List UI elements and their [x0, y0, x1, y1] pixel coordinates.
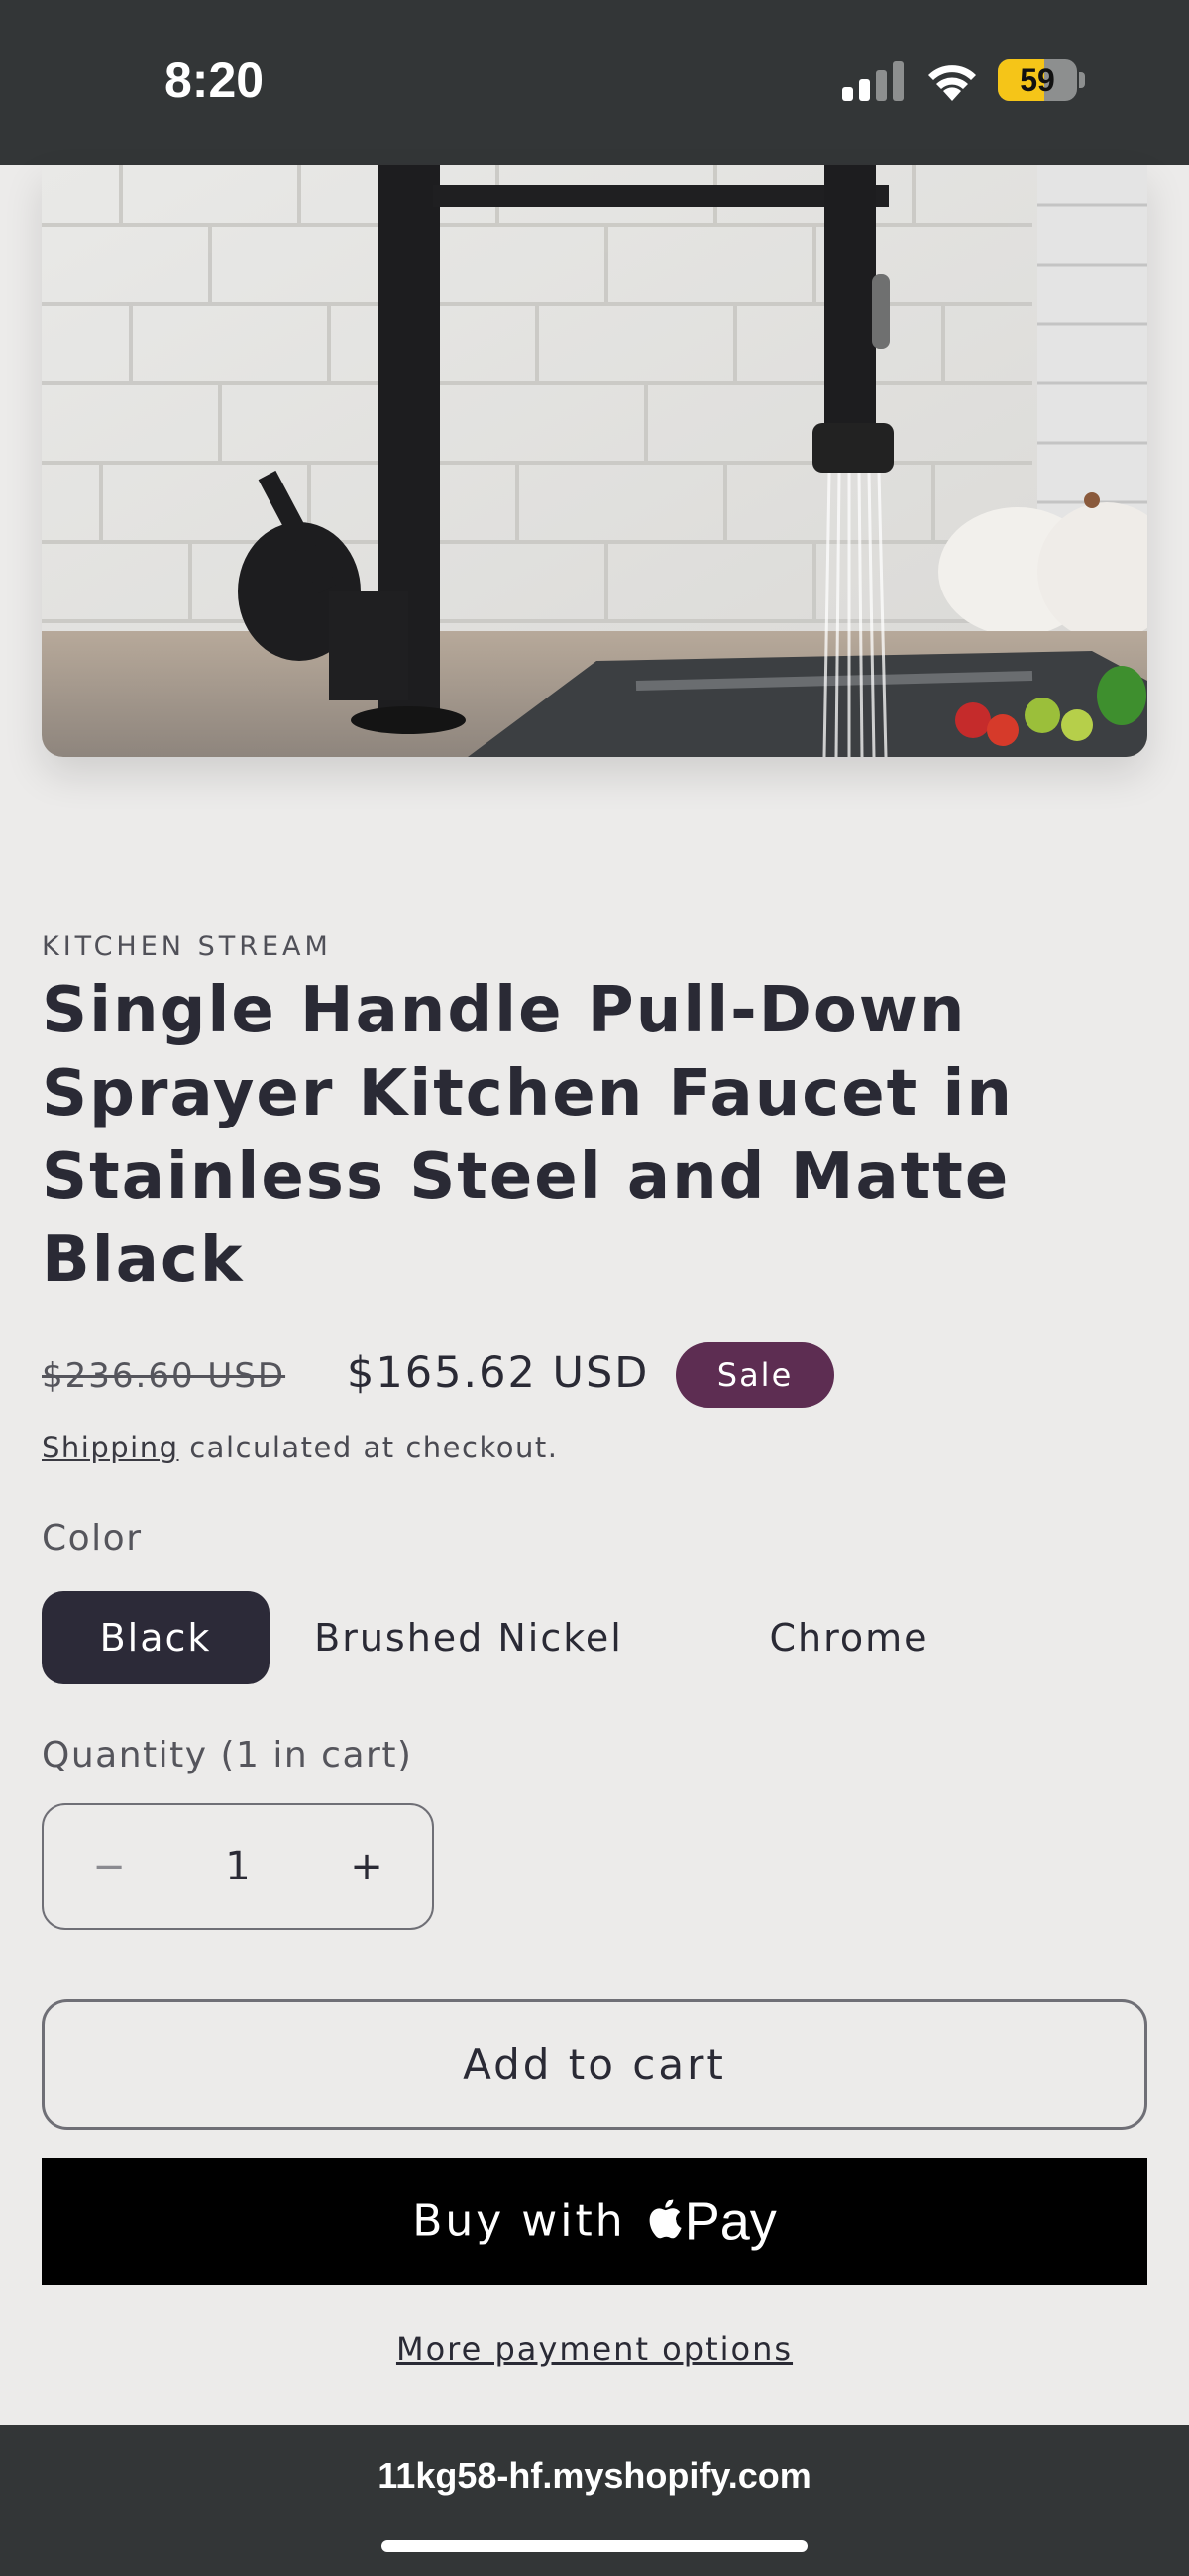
color-option-chrome[interactable]: Chrome	[715, 1591, 983, 1684]
shipping-note: Shipping calculated at checkout.	[42, 1431, 558, 1464]
cellular-signal-icon	[842, 61, 904, 101]
status-time: 8:20	[164, 53, 265, 108]
more-payment-options: More payment options	[0, 2330, 1189, 2368]
buy-with-apple-pay-button[interactable]: Buy with Pay	[42, 2158, 1147, 2285]
battery-icon: 59	[998, 59, 1085, 101]
shipping-text: calculated at checkout.	[178, 1431, 559, 1464]
add-to-cart-button[interactable]: Add to cart	[42, 1999, 1147, 2130]
quantity-increase-button[interactable]: +	[301, 1805, 432, 1928]
apple-logo-icon	[649, 2199, 682, 2238]
color-option-black[interactable]: Black	[42, 1591, 270, 1684]
quantity-stepper: − 1 +	[42, 1803, 434, 1930]
pay-label: Pay	[684, 2192, 777, 2252]
color-label: Color	[42, 1518, 143, 1558]
quantity-decrease-button[interactable]: −	[44, 1805, 174, 1928]
color-option-brushed-nickel[interactable]: Brushed Nickel	[295, 1591, 642, 1684]
regular-price: $236.60 USD	[42, 1356, 286, 1396]
quantity-label: Quantity (1 in cart)	[42, 1735, 413, 1775]
status-bar: 8:20 59	[0, 0, 1189, 165]
buy-with-label: Buy with	[412, 2196, 626, 2247]
battery-level: 59	[1020, 62, 1055, 98]
faucet-photo	[42, 165, 1147, 757]
wifi-icon	[928, 65, 976, 101]
product-vendor: KITCHEN STREAM	[42, 931, 332, 962]
sale-price: $165.62 USD	[347, 1348, 650, 1398]
quantity-input[interactable]: 1	[174, 1805, 301, 1928]
product-image[interactable]	[42, 165, 1147, 757]
browser-address-bar[interactable]: 11kg58-hf.myshopify.com	[0, 2425, 1189, 2576]
sale-badge: Sale	[676, 1342, 834, 1408]
product-title: Single Handle Pull-Down Sprayer Kitchen …	[42, 974, 1014, 1297]
url-text[interactable]: 11kg58-hf.myshopify.com	[0, 2455, 1189, 2497]
home-indicator[interactable]	[381, 2540, 808, 2552]
more-payment-options-link[interactable]: More payment options	[396, 2330, 793, 2368]
shipping-link[interactable]: Shipping	[42, 1431, 179, 1464]
